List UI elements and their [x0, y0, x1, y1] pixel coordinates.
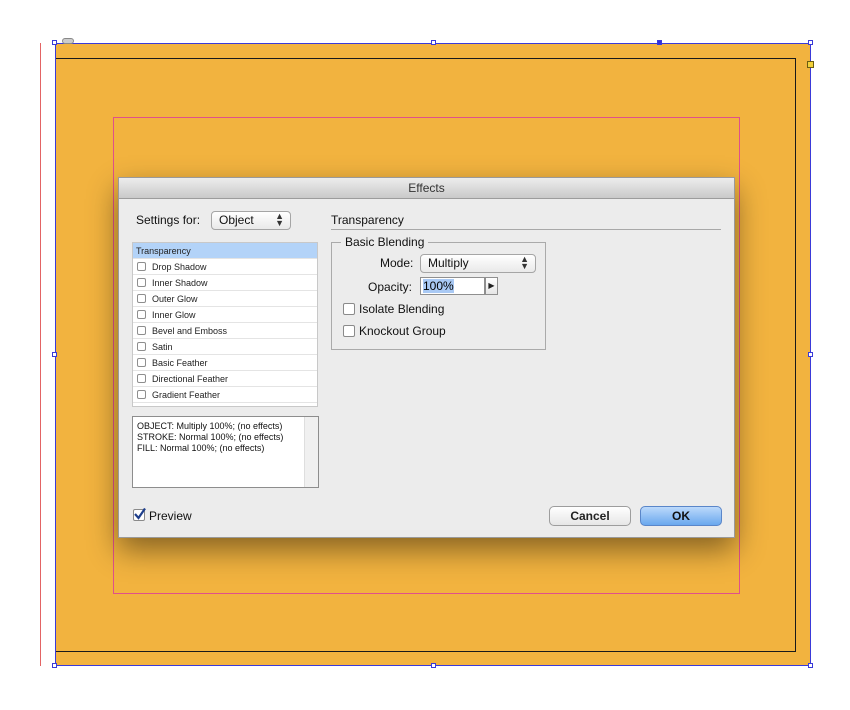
- summary-line: OBJECT: Multiply 100%; (no effects): [137, 421, 283, 431]
- ok-button[interactable]: OK: [640, 506, 722, 526]
- summary-scrollbar[interactable]: [304, 417, 318, 487]
- effect-item-drop-shadow[interactable]: Drop Shadow: [133, 259, 317, 275]
- handle-middle-left[interactable]: [52, 352, 57, 357]
- opacity-value: 100%: [423, 279, 454, 293]
- blend-mode-value: Multiply: [428, 256, 469, 270]
- dialog-title: Effects: [119, 178, 734, 199]
- opacity-slider-arrow-icon[interactable]: ▶: [485, 277, 498, 295]
- bleed-guide: [40, 43, 41, 666]
- effects-dialog: Effects Settings for: Object ▲ ▼ Transpar…: [118, 177, 735, 538]
- effect-checkbox[interactable]: [137, 294, 146, 303]
- effect-checkbox[interactable]: [137, 326, 146, 335]
- effect-item-inner-shadow[interactable]: Inner Shadow: [133, 275, 317, 291]
- effect-checkbox[interactable]: [137, 390, 146, 399]
- stepper-arrows-icon: ▲ ▼: [520, 254, 529, 271]
- handle-bottom-middle[interactable]: [431, 663, 436, 668]
- handle-bottom-left[interactable]: [52, 663, 57, 668]
- preview-label: Preview: [149, 509, 192, 523]
- handle-middle-right[interactable]: [808, 352, 813, 357]
- effect-checkbox[interactable]: [137, 358, 146, 367]
- content-grabber-icon[interactable]: [62, 38, 74, 44]
- effect-item-gradient-feather[interactable]: Gradient Feather: [133, 387, 317, 403]
- effect-checkbox[interactable]: [137, 310, 146, 319]
- settings-for-value: Object: [219, 213, 254, 227]
- handle-top-left[interactable]: [52, 40, 57, 45]
- settings-for-select[interactable]: Object ▲ ▼: [211, 211, 291, 230]
- preview-checkbox[interactable]: [133, 507, 146, 521]
- effect-checkbox[interactable]: [137, 374, 146, 383]
- opacity-input[interactable]: 100%: [420, 277, 485, 295]
- summary-line: STROKE: Normal 100%; (no effects): [137, 432, 284, 442]
- basic-blending-title: Basic Blending: [341, 235, 429, 249]
- effect-item-inner-glow[interactable]: Inner Glow: [133, 307, 317, 323]
- isolate-blending-label: Isolate Blending: [359, 302, 445, 316]
- checkmark-icon: [134, 507, 146, 520]
- effect-item-basic-feather[interactable]: Basic Feather: [133, 355, 317, 371]
- handle-anchor[interactable]: [657, 40, 662, 45]
- effects-list: Transparency Drop Shadow Inner Shadow Ou…: [132, 242, 318, 407]
- effect-checkbox[interactable]: [137, 342, 146, 351]
- section-title: Transparency: [331, 213, 404, 227]
- effects-summary: OBJECT: Multiply 100%; (no effects) STRO…: [132, 416, 319, 488]
- settings-for-label: Settings for:: [136, 213, 201, 227]
- isolate-blending-checkbox[interactable]: [343, 303, 355, 315]
- effect-item-bevel-and-emboss[interactable]: Bevel and Emboss: [133, 323, 317, 339]
- mode-label: Mode:: [380, 256, 414, 270]
- knockout-group-checkbox[interactable]: [343, 325, 355, 337]
- handle-bottom-right[interactable]: [808, 663, 813, 668]
- effect-item-directional-feather[interactable]: Directional Feather: [133, 371, 317, 387]
- effect-item-outer-glow[interactable]: Outer Glow: [133, 291, 317, 307]
- knockout-group-label: Knockout Group: [359, 324, 446, 338]
- cancel-button[interactable]: Cancel: [549, 506, 631, 526]
- handle-top-right[interactable]: [808, 40, 813, 45]
- blend-mode-select[interactable]: Multiply ▲ ▼: [420, 254, 536, 273]
- effect-checkbox[interactable]: [137, 278, 146, 287]
- handle-top-middle[interactable]: [431, 40, 436, 45]
- stepper-arrows-icon: ▲ ▼: [275, 211, 284, 228]
- frame-edge-handle[interactable]: [807, 61, 814, 68]
- effect-checkbox[interactable]: [137, 262, 146, 271]
- summary-line: FILL: Normal 100%; (no effects): [137, 443, 265, 453]
- effect-item-satin[interactable]: Satin: [133, 339, 317, 355]
- effect-item-transparency[interactable]: Transparency: [133, 243, 317, 259]
- section-divider: [331, 229, 721, 230]
- opacity-label: Opacity:: [368, 280, 413, 294]
